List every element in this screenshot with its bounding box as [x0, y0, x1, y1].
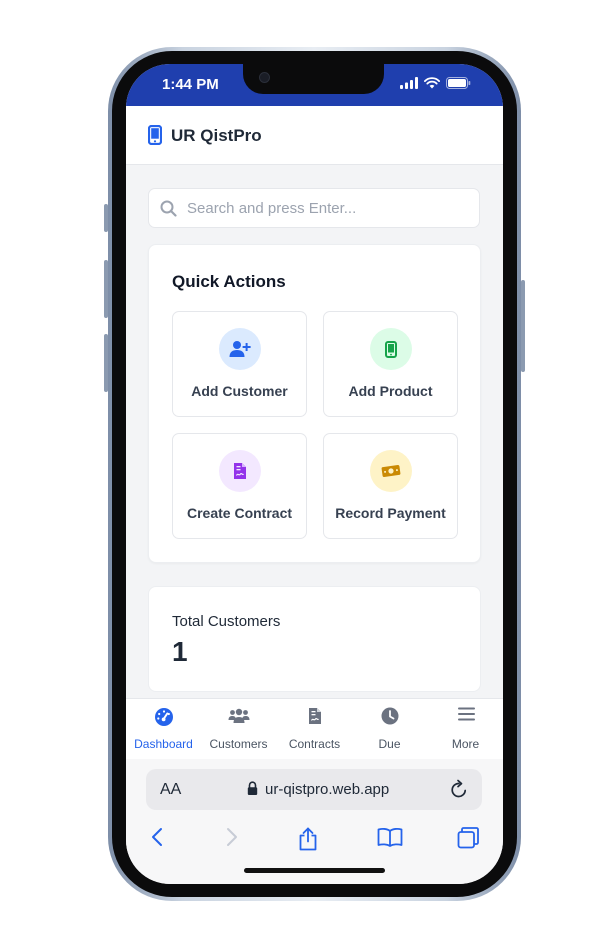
reload-icon[interactable]: [450, 779, 468, 804]
nav-due-label: Due: [378, 737, 401, 751]
volume-up-button: [104, 260, 108, 318]
tabs-icon: [457, 827, 479, 849]
search-icon: [160, 200, 177, 222]
bottom-nav: Dashboard Customers Contracts Due More: [126, 698, 503, 760]
nav-customers[interactable]: Customers: [201, 699, 276, 760]
nav-more[interactable]: More: [428, 699, 503, 760]
contract-document-icon: [234, 463, 246, 479]
menu-icon: [455, 707, 477, 727]
back-button[interactable]: [143, 827, 171, 851]
bookmarks-button[interactable]: [376, 827, 404, 851]
home-indicator[interactable]: [244, 868, 385, 873]
quick-actions-title: Quick Actions: [172, 272, 286, 291]
total-customers-card: Total Customers 1: [148, 586, 481, 692]
share-icon: [299, 827, 317, 851]
quick-actions-card: Quick Actions Add Customer Add Product C…: [148, 244, 481, 563]
add-product-label: Add Product: [348, 383, 433, 399]
status-icons: [400, 77, 471, 89]
silent-switch: [104, 204, 108, 232]
tabs-button[interactable]: [454, 827, 482, 851]
power-button: [521, 280, 525, 372]
phone-screen: 1:44 PM UR QistPro Search and press Ente…: [126, 64, 503, 884]
url-text: ur-qistpro.web.app: [265, 781, 390, 798]
text-size-button[interactable]: AA: [160, 781, 181, 799]
chevron-right-icon: [227, 828, 237, 846]
cellular-signal-icon: [400, 77, 418, 89]
add-product-button[interactable]: Add Product: [323, 311, 458, 417]
battery-icon: [446, 77, 471, 89]
create-contract-icon-circle: [219, 450, 261, 492]
contract-document-icon: [304, 707, 326, 727]
mobile-phone-icon: [385, 340, 397, 358]
create-contract-label: Create Contract: [186, 505, 293, 521]
app-header: UR QistPro: [126, 106, 503, 165]
clock-icon: [379, 707, 401, 727]
browser-chrome: AA ur-qistpro.web.app: [126, 759, 503, 884]
add-customer-button[interactable]: Add Customer: [172, 311, 307, 417]
front-camera: [259, 72, 270, 83]
user-plus-icon: [229, 341, 251, 357]
nav-more-label: More: [451, 737, 480, 751]
nav-dashboard[interactable]: Dashboard: [126, 699, 201, 760]
wifi-icon: [424, 77, 440, 89]
gauge-icon: [153, 707, 175, 727]
users-icon: [228, 707, 250, 727]
total-customers-value: 1: [172, 636, 188, 667]
nav-dashboard-label: Dashboard: [134, 737, 193, 751]
volume-down-button: [104, 334, 108, 392]
nav-contracts-label: Contracts: [288, 737, 341, 751]
search-box: [148, 188, 480, 228]
nav-contracts[interactable]: Contracts: [277, 699, 352, 760]
chevron-left-icon: [152, 828, 162, 846]
share-button[interactable]: [294, 827, 322, 851]
status-time: 1:44 PM: [162, 76, 219, 93]
mobile-phone-icon: [147, 124, 163, 150]
status-bar: 1:44 PM: [126, 64, 503, 106]
add-customer-label: Add Customer: [191, 383, 288, 399]
record-payment-label: Record Payment: [335, 505, 446, 521]
add-product-icon-circle: [370, 328, 412, 370]
money-bill-icon: [381, 464, 401, 478]
address-bar[interactable]: AA ur-qistpro.web.app: [146, 769, 482, 810]
record-payment-icon-circle: [370, 450, 412, 492]
search-input[interactable]: [187, 189, 467, 227]
nav-due[interactable]: Due: [352, 699, 427, 760]
lock-icon: [247, 781, 258, 801]
record-payment-button[interactable]: Record Payment: [323, 433, 458, 539]
app-title[interactable]: UR QistPro: [171, 126, 262, 146]
create-contract-button[interactable]: Create Contract: [172, 433, 307, 539]
forward-button[interactable]: [218, 827, 246, 851]
total-customers-label: Total Customers: [172, 613, 281, 630]
nav-customers-label: Customers: [209, 737, 268, 751]
add-customer-icon-circle: [219, 328, 261, 370]
book-icon: [377, 827, 403, 847]
